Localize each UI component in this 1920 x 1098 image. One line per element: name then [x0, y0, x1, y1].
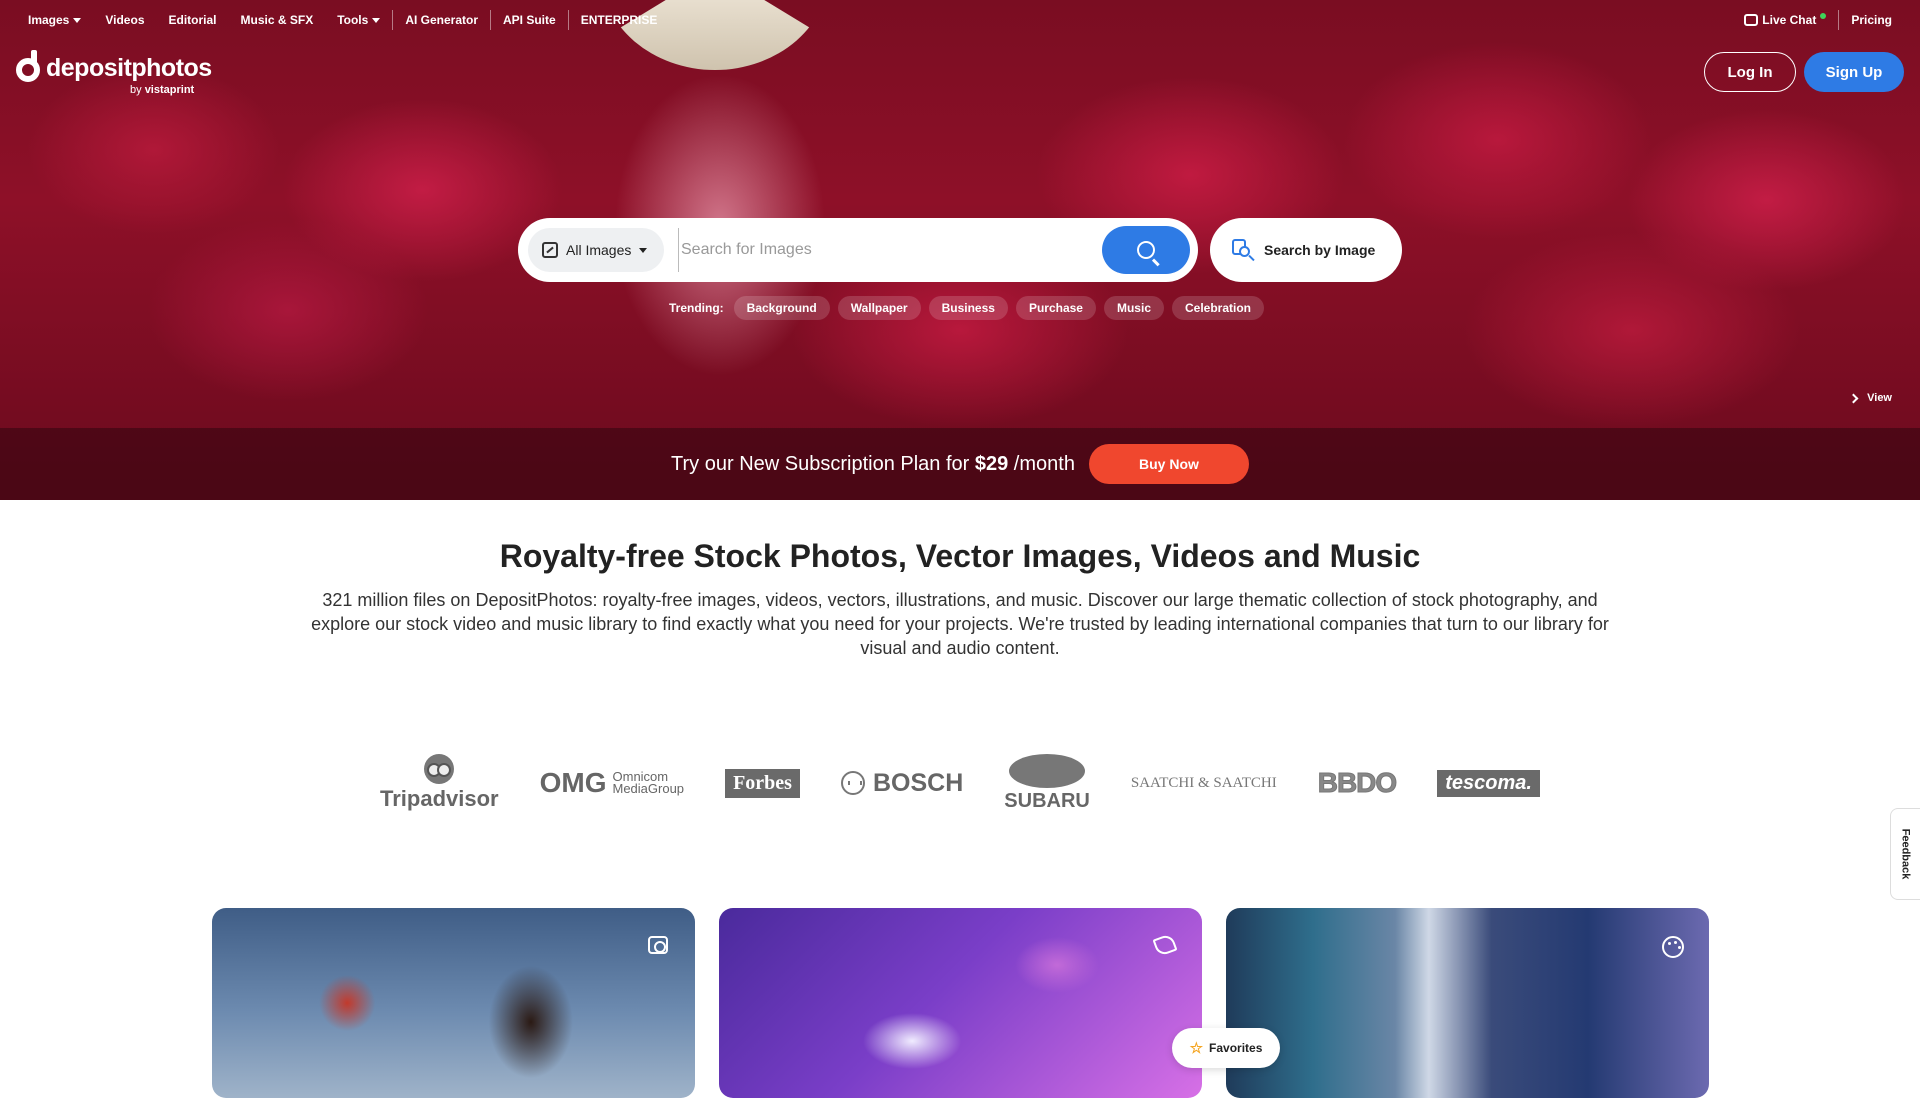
- nav-editorial[interactable]: Editorial: [157, 0, 229, 40]
- online-status-dot: [1820, 13, 1827, 19]
- chevron-right-icon: [1848, 393, 1859, 403]
- favorites-button[interactable]: ☆ Favorites: [1172, 1028, 1280, 1068]
- search-input[interactable]: [678, 228, 1098, 272]
- category-card-illustrations[interactable]: [1226, 908, 1709, 1098]
- tripadvisor-logo: Tripadvisor: [380, 754, 499, 812]
- bbdo-logo: BBDO: [1317, 767, 1397, 799]
- camera-icon: [648, 936, 668, 954]
- trending-chip[interactable]: Music: [1103, 296, 1164, 320]
- signup-button[interactable]: Sign Up: [1804, 52, 1904, 92]
- page-headline: Royalty-free Stock Photos, Vector Images…: [499, 538, 1421, 574]
- logo-mark-icon: [16, 50, 40, 82]
- promo-text: Try our New Subscription Plan for $29 /m…: [671, 452, 1075, 475]
- category-cards: [212, 908, 1710, 1098]
- trending-searches: Trending: Background Wallpaper Business …: [669, 296, 1265, 320]
- nav-enterprise[interactable]: ENTERPRISE: [569, 0, 670, 40]
- omnicom-logo: OMG Omnicom MediaGroup: [539, 767, 685, 798]
- bosch-emblem-icon: [840, 771, 865, 795]
- star-icon: ☆: [1189, 1040, 1204, 1057]
- category-card-photos[interactable]: [212, 908, 695, 1098]
- auth-buttons: Log In Sign Up: [1704, 52, 1904, 92]
- image-icon: [542, 242, 558, 258]
- hero-banner: Images Videos Editorial Music & SFX Tool…: [0, 0, 1920, 500]
- trending-label: Trending:: [669, 301, 724, 315]
- logo-wordmark: depositphotos: [46, 54, 212, 82]
- chat-icon: [1744, 14, 1759, 26]
- nav-images[interactable]: Images: [16, 0, 93, 40]
- pen-icon: [1152, 933, 1178, 957]
- buy-now-button[interactable]: Buy Now: [1088, 444, 1249, 484]
- top-navigation: Images Videos Editorial Music & SFX Tool…: [0, 0, 1920, 40]
- trending-chip[interactable]: Wallpaper: [837, 296, 921, 320]
- chevron-down-icon: [73, 17, 82, 23]
- subaru-logo: SUBARU: [1004, 753, 1090, 813]
- subscription-promo-banner: Try our New Subscription Plan for $29 /m…: [0, 428, 1920, 500]
- chevron-down-icon: [639, 247, 648, 253]
- client-logos: Tripadvisor OMG Omnicom MediaGroup Forbes…: [380, 750, 1540, 816]
- tescoma-logo: tescoma.: [1437, 769, 1540, 797]
- search-icon: [1137, 241, 1155, 259]
- nav-api-suite[interactable]: API Suite: [491, 0, 568, 40]
- live-chat-link[interactable]: Live Chat: [1732, 13, 1838, 27]
- subaru-emblem-icon: [1009, 753, 1086, 788]
- image-search-icon: [1232, 239, 1255, 262]
- nav-videos[interactable]: Videos: [93, 0, 156, 40]
- saatchi-logo: SAATCHI & SAATCHI: [1130, 774, 1277, 791]
- category-card-vectors[interactable]: [719, 908, 1202, 1098]
- top-right-links: Live Chat Pricing: [1732, 0, 1904, 40]
- logo-byline: by vistaprint: [130, 84, 195, 96]
- search-by-image-button[interactable]: Search by Image: [1210, 218, 1402, 282]
- page-description: 321 million files on DepositPhotos: roya…: [311, 590, 1609, 658]
- owl-icon: [424, 754, 455, 784]
- search-button[interactable]: [1102, 226, 1190, 274]
- view-image-link[interactable]: View: [1848, 392, 1892, 404]
- trending-chip[interactable]: Business: [928, 296, 1008, 320]
- nav-music-sfx[interactable]: Music & SFX: [229, 0, 326, 40]
- bosch-logo: BOSCH: [840, 769, 963, 798]
- trending-chip[interactable]: Background: [733, 296, 830, 320]
- forbes-logo: Forbes: [725, 768, 800, 798]
- search-bar: All Images: [518, 218, 1198, 282]
- trending-chip[interactable]: Celebration: [1172, 296, 1265, 320]
- palette-icon: [1662, 936, 1684, 958]
- nav-ai-generator[interactable]: AI Generator: [393, 0, 490, 40]
- feedback-tab[interactable]: Feedback: [1890, 808, 1920, 900]
- pricing-link[interactable]: Pricing: [1839, 13, 1904, 27]
- login-button[interactable]: Log In: [1704, 52, 1796, 92]
- nav-tools[interactable]: Tools: [325, 0, 392, 40]
- trending-chip[interactable]: Purchase: [1015, 296, 1096, 320]
- chevron-down-icon: [372, 17, 381, 23]
- content-type-dropdown[interactable]: All Images: [528, 228, 664, 272]
